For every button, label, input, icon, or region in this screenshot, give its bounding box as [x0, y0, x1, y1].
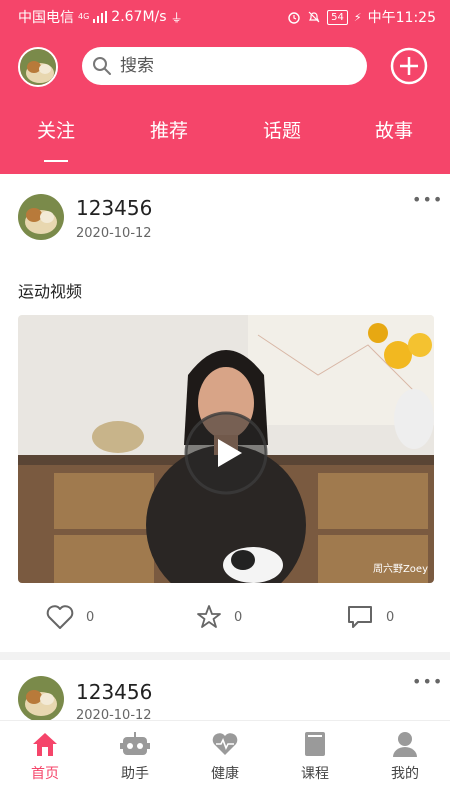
post-username[interactable]: 123456: [76, 196, 152, 220]
post-actions: 0 0 0: [0, 602, 450, 638]
search-icon: [93, 57, 111, 75]
video-watermark: 周六野Zoey: [372, 564, 428, 575]
nav-label: 助手: [121, 766, 149, 782]
like-count: 0: [86, 609, 95, 625]
nav-health[interactable]: 健康: [190, 731, 260, 783]
battery-indicator: 54: [327, 9, 348, 25]
book-icon: [305, 732, 325, 756]
like-button[interactable]: 0: [46, 604, 94, 630]
heartbeat-icon: [212, 733, 238, 755]
post-username[interactable]: 123456: [76, 680, 152, 704]
post-card: 123456 2020-10-12 •••: [0, 660, 450, 720]
plus-circle-icon: [390, 47, 428, 85]
more-options-icon[interactable]: •••: [412, 190, 443, 209]
favorite-button[interactable]: 0: [196, 604, 242, 630]
heart-icon: [46, 605, 74, 629]
app-header: 中国电信 4G 2.67M/s ⏚ 54 ⚡ 中午11:25 关注: [0, 0, 450, 174]
post-author-avatar[interactable]: [18, 676, 64, 720]
post-author-avatar[interactable]: [18, 194, 64, 240]
comment-icon: [348, 606, 372, 628]
profile-avatar[interactable]: [18, 47, 58, 87]
tab-label: 话题: [262, 120, 301, 142]
play-button[interactable]: [184, 411, 268, 495]
usb-icon: ⏚: [170, 10, 183, 25]
tab-stories[interactable]: 故事: [354, 116, 434, 143]
play-icon: [184, 411, 268, 495]
post-date: 2020-10-12: [76, 226, 152, 241]
clock: 中午11:25: [367, 10, 436, 26]
home-icon: [33, 733, 57, 756]
post-card: 123456 2020-10-12 ••• 运动视频 周六野Zoey 0 0 0: [0, 174, 450, 652]
comment-count: 0: [386, 609, 395, 625]
network-type: 4G: [78, 12, 90, 21]
tab-label: 推荐: [149, 120, 188, 142]
carrier-label: 中国电信: [18, 10, 74, 26]
video-player[interactable]: 周六野Zoey: [18, 315, 434, 583]
tab-label: 关注: [36, 120, 75, 142]
nav-label: 课程: [301, 766, 329, 782]
tab-topics[interactable]: 话题: [242, 116, 322, 143]
nav-label: 健康: [211, 766, 239, 782]
search-input[interactable]: [120, 47, 355, 85]
active-tab-indicator: [44, 160, 68, 162]
favorite-count: 0: [234, 609, 243, 625]
search-bar[interactable]: [82, 47, 367, 85]
feed-tabs: 关注 推荐 话题 故事: [0, 116, 450, 166]
robot-icon: [120, 732, 150, 755]
nav-courses[interactable]: 课程: [280, 731, 350, 783]
network-speed: 2.67M/s: [111, 9, 167, 25]
star-icon: [197, 605, 221, 628]
charging-icon: ⚡: [353, 10, 362, 24]
mute-icon: [308, 11, 320, 23]
comment-button[interactable]: 0: [346, 604, 394, 630]
nav-profile[interactable]: 我的: [370, 731, 440, 783]
nav-label: 首页: [31, 766, 59, 782]
signal-icon: [93, 11, 108, 23]
user-icon: [393, 732, 417, 757]
tab-recommended[interactable]: 推荐: [129, 116, 209, 143]
status-bar: 中国电信 4G 2.67M/s ⏚ 54 ⚡ 中午11:25: [0, 0, 450, 32]
tab-label: 故事: [374, 120, 413, 142]
alarm-icon: [288, 12, 300, 24]
nav-assistant[interactable]: 助手: [100, 731, 170, 783]
bottom-navigation: 首页 助手 健康 课程 我的: [0, 720, 450, 800]
tab-following[interactable]: 关注: [16, 116, 96, 162]
nav-label: 我的: [391, 766, 419, 782]
post-text: 运动视频: [18, 282, 83, 301]
nav-home[interactable]: 首页: [10, 731, 80, 783]
add-post-button[interactable]: [390, 47, 428, 85]
more-options-icon[interactable]: •••: [412, 672, 443, 691]
post-date: 2020-10-12: [76, 708, 152, 720]
